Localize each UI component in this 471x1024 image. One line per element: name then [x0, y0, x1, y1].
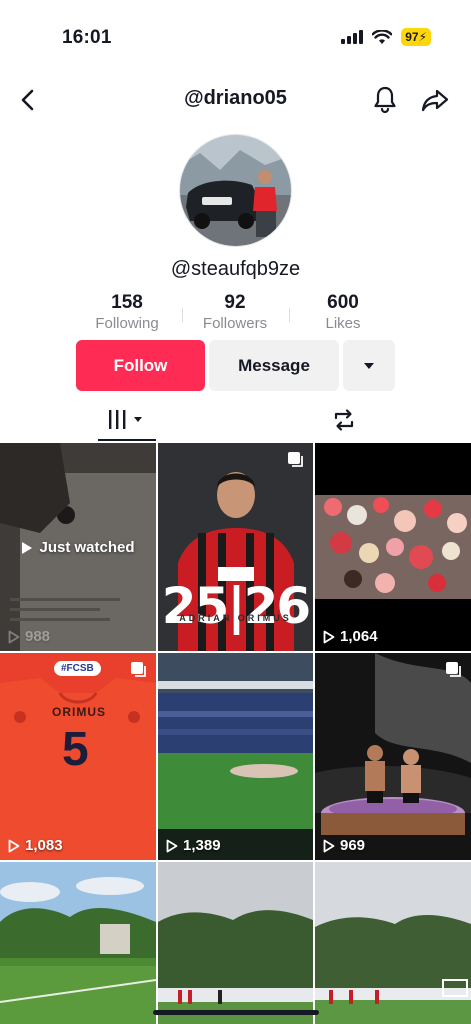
page-title: @driano05 [184, 87, 287, 109]
view-count: 1,389 [166, 837, 221, 854]
video-tile[interactable]: 1,389 [158, 653, 313, 860]
battery-level: 97 [405, 30, 419, 44]
video-thumbnail [315, 443, 471, 651]
profile-username: @steaufqb9ze [170, 258, 301, 280]
videos-grid-icon [109, 410, 142, 429]
video-tile[interactable]: 1,064 [315, 443, 471, 651]
cellular-signal-icon [341, 30, 364, 44]
stat-value: 600 [327, 292, 359, 313]
thumbnail-overlay-text: 25|26 [161, 577, 311, 635]
follow-button[interactable]: Follow [76, 340, 205, 391]
home-indicator[interactable] [153, 1010, 319, 1015]
profile-tabs [0, 398, 471, 442]
stat-label: Followers [202, 315, 268, 332]
view-count-value: 988 [25, 628, 51, 645]
hashtag-sticker: #FCSB [54, 661, 101, 676]
multi-photo-icon [131, 662, 146, 677]
profile-stats: 158 Following 92 Followers 600 Likes [60, 292, 411, 336]
status-icons: 97⚡ [341, 28, 431, 46]
video-grid: Just watched 988 25|26 ADRIAN ORIMUS 1,0… [0, 443, 471, 1024]
profile-header: @driano05 [0, 78, 471, 122]
view-count: 1,083 [8, 837, 63, 854]
video-thumbnail [315, 862, 471, 1024]
message-button[interactable]: Message [209, 340, 339, 391]
video-tile[interactable] [158, 862, 313, 1024]
suggested-accounts-button[interactable] [343, 340, 395, 391]
thumbnail-overlay-subtext: ADRIAN ORIMUS [179, 613, 292, 623]
video-tile[interactable]: 969 [315, 653, 471, 860]
view-count-value: 1,389 [183, 837, 221, 854]
tab-reposts-icon[interactable] [331, 407, 357, 433]
battery-indicator: 97⚡ [401, 28, 431, 46]
play-outline-icon [166, 839, 178, 852]
stat-value: 158 [111, 292, 143, 313]
view-count: 988 [8, 628, 50, 645]
view-count-value: 969 [340, 837, 366, 854]
video-tile[interactable]: 25|26 ADRIAN ORIMUS [158, 443, 313, 651]
notification-bell-icon[interactable] [370, 84, 400, 114]
share-icon[interactable] [420, 85, 450, 115]
video-thumbnail [158, 862, 313, 1024]
status-bar: 16:01 97⚡ [0, 0, 471, 70]
active-tab-indicator [98, 439, 156, 441]
video-thumbnail [0, 862, 156, 1024]
stat-likes[interactable]: 600 Likes [288, 292, 398, 334]
multi-photo-icon [446, 662, 461, 677]
view-count-value: 1,083 [25, 837, 63, 854]
view-count: 969 [323, 837, 365, 854]
video-tile[interactable]: Just watched 988 [0, 443, 156, 651]
tab-videos[interactable] [98, 407, 156, 442]
view-count: 1,064 [323, 628, 378, 645]
view-count-value: 1,064 [340, 628, 378, 645]
jersey-number: 5 [62, 723, 89, 776]
just-watched-label: Just watched [0, 539, 156, 556]
wifi-icon [372, 29, 393, 44]
video-thumbnail [315, 653, 471, 860]
multi-photo-icon [288, 452, 303, 467]
play-outline-icon [323, 630, 335, 643]
status-time: 16:01 [62, 27, 112, 48]
stat-following[interactable]: 158 Following [72, 292, 182, 334]
stat-label: Following [95, 315, 159, 332]
play-outline-icon [8, 630, 20, 643]
profile-avatar[interactable] [179, 134, 292, 247]
stat-followers[interactable]: 92 Followers [180, 292, 290, 334]
charging-bolt-icon: ⚡ [418, 30, 427, 44]
play-outline-icon [323, 839, 335, 852]
caret-down-icon [364, 362, 374, 369]
video-thumbnail [158, 653, 313, 860]
stat-label: Likes [325, 315, 361, 332]
stat-value: 92 [224, 292, 246, 313]
video-tile[interactable] [315, 862, 471, 1024]
jersey-name: ORIMUS [52, 705, 106, 719]
just-watched-text: Just watched [39, 539, 135, 556]
video-tile[interactable] [0, 862, 156, 1024]
play-icon [22, 541, 33, 554]
video-tile[interactable]: #FCSB ORIMUS 5 1,083 [0, 653, 156, 860]
play-outline-icon [8, 839, 20, 852]
